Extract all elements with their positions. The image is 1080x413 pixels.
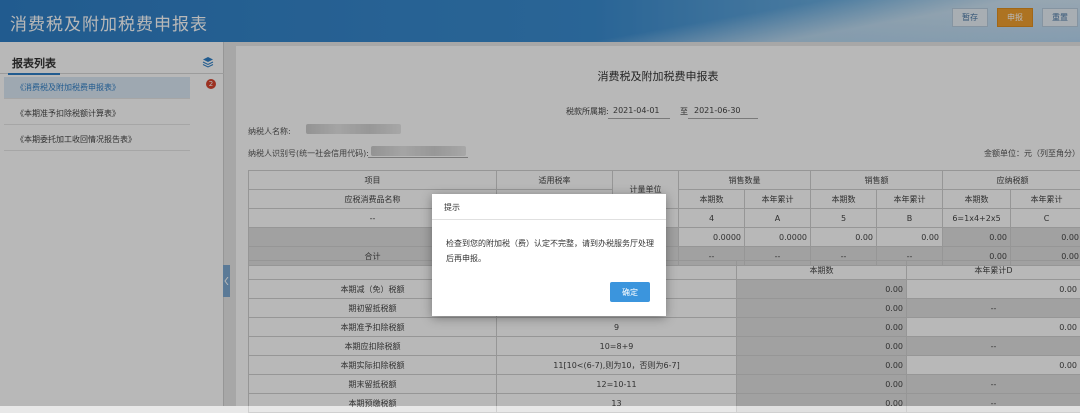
dialog-message: 检查到您的附加税（费）认定不完整，请到办税服务厅处理后再申报。 (446, 236, 656, 266)
alert-dialog: 提示 检查到您的附加税（费）认定不完整，请到办税服务厅处理后再申报。 确定 (432, 194, 666, 316)
dialog-ok-button[interactable]: 确定 (610, 282, 650, 302)
dialog-title: 提示 (432, 194, 666, 220)
